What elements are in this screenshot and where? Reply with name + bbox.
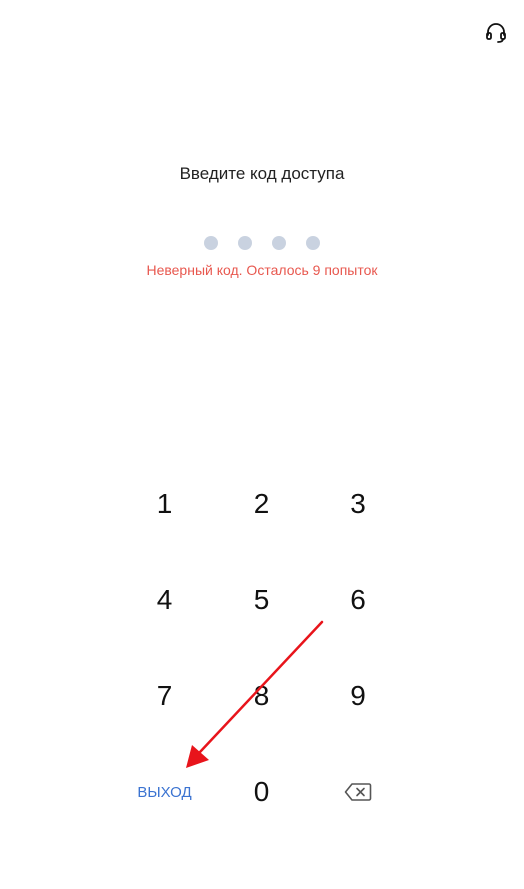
pin-dot xyxy=(272,236,286,250)
headset-icon xyxy=(486,23,506,43)
key-2[interactable]: 2 xyxy=(213,456,310,552)
key-5[interactable]: 5 xyxy=(213,552,310,648)
pin-dot xyxy=(204,236,218,250)
key-1[interactable]: 1 xyxy=(116,456,213,552)
key-4[interactable]: 4 xyxy=(116,552,213,648)
support-button[interactable] xyxy=(482,18,510,46)
passcode-prompt: Введите код доступа xyxy=(179,164,345,183)
key-7[interactable]: 7 xyxy=(116,648,213,744)
exit-button[interactable]: ВЫХОД xyxy=(116,744,213,840)
pin-indicator xyxy=(0,236,524,250)
pin-dot xyxy=(306,236,320,250)
key-0[interactable]: 0 xyxy=(213,744,310,840)
key-3[interactable]: 3 xyxy=(310,456,406,552)
keypad: 1 2 3 4 5 6 7 8 9 ВЫХОД 0 xyxy=(116,456,406,840)
backspace-icon xyxy=(344,783,372,801)
backspace-button[interactable] xyxy=(310,744,406,840)
error-message: Неверный код. Осталось 9 попыток xyxy=(146,262,378,278)
key-8[interactable]: 8 xyxy=(213,648,310,744)
key-6[interactable]: 6 xyxy=(310,552,406,648)
pin-dot xyxy=(238,236,252,250)
key-9[interactable]: 9 xyxy=(310,648,406,744)
